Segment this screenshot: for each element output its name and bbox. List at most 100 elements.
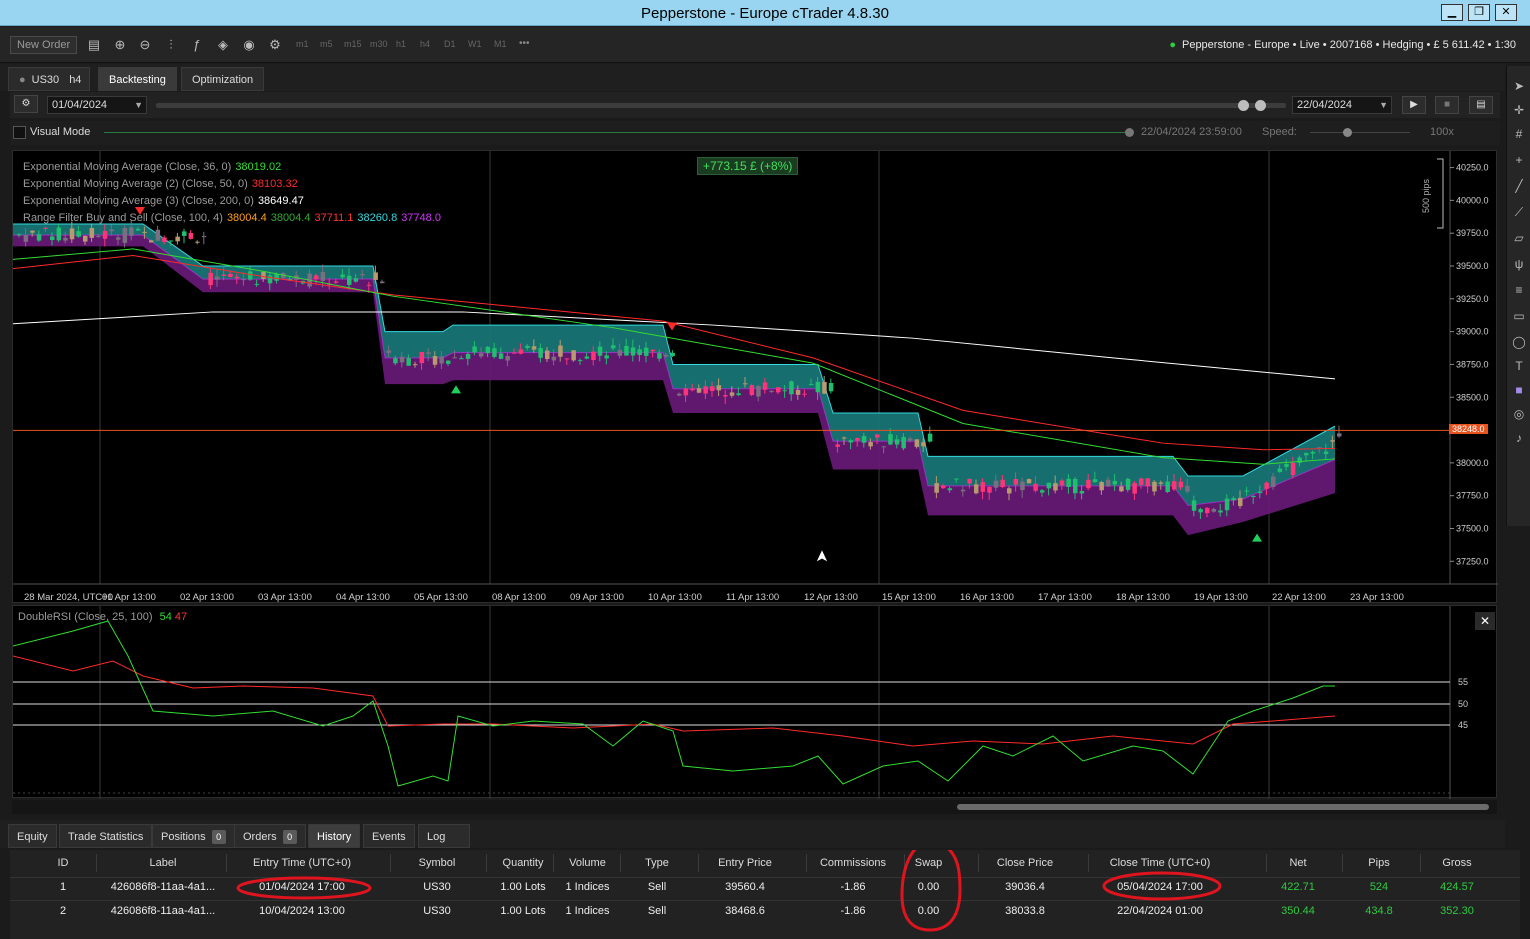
close-panel-icon[interactable]: ✕ (1475, 612, 1495, 630)
candle-body (835, 444, 840, 447)
fibonacci-icon[interactable]: ≡ (1511, 282, 1527, 298)
close-window-button[interactable]: ✕ (1495, 4, 1517, 21)
price-chart[interactable]: 40250.0 40000.0 39750.0 39500.0 39250.0 39000… (12, 150, 1498, 603)
speed-value: 100x (1430, 126, 1454, 138)
rectangle-icon[interactable]: ▭ (1511, 308, 1527, 324)
zoom-in-icon[interactable]: ⊕ (112, 37, 128, 53)
column-header[interactable]: Pips (1344, 857, 1414, 869)
title-bar: Pepperstone - Europe cTrader 4.8.30 ▁ ❐ … (0, 0, 1530, 26)
stop-button[interactable]: ■ (1435, 96, 1459, 114)
pitchfork-icon[interactable]: ψ (1511, 256, 1527, 272)
cursor-icon[interactable]: ➤ (1511, 78, 1527, 94)
tf-m15[interactable]: m15 (344, 39, 362, 49)
rsi-panel[interactable]: DoubleRSI (Close, 25, 100) 54 47 ✕ 55 50… (12, 605, 1498, 799)
tf-h4[interactable]: h4 (420, 39, 430, 49)
rsi-canvas[interactable] (13, 606, 1498, 799)
column-header[interactable]: Close Price (980, 857, 1070, 869)
ellipse-icon[interactable]: ◯ (1511, 334, 1527, 350)
column-header[interactable]: Gross (1422, 857, 1492, 869)
tf-m30[interactable]: m30 (370, 39, 388, 49)
new-order-button[interactable]: New Order (10, 36, 78, 54)
tf-h1[interactable]: h1 (396, 39, 406, 49)
tf-m1[interactable]: m1 (296, 39, 309, 49)
tab-events[interactable]: Events (363, 824, 415, 848)
more-icon[interactable]: ••• (519, 38, 530, 49)
tf-mn1[interactable]: M1 (494, 39, 507, 49)
end-date-picker[interactable]: 22/04/2024 ▼ (1292, 96, 1392, 114)
trendline-icon[interactable]: ╱ (1511, 178, 1527, 194)
range-start-knob[interactable] (1238, 100, 1249, 111)
visual-mode-checkbox[interactable] (13, 126, 26, 139)
restore-button[interactable]: ❐ (1468, 4, 1490, 21)
column-header[interactable]: Entry Time (UTC+0) (228, 857, 376, 869)
table-cell: 22/04/2024 01:00 (1117, 905, 1203, 917)
layout-icon[interactable]: ▤ (86, 37, 102, 53)
grid-icon[interactable]: # (1511, 126, 1527, 142)
ray-icon[interactable]: ⟋ (1511, 204, 1527, 220)
candle-body (485, 346, 491, 354)
tab-log[interactable]: Log (418, 824, 470, 848)
indicators-icon[interactable]: ƒ (189, 37, 205, 53)
column-header[interactable]: Net (1268, 857, 1328, 869)
tab-orders[interactable]: Orders 0 (234, 824, 306, 848)
candle-body (1158, 482, 1164, 484)
save-report-button[interactable]: ▤ (1469, 96, 1493, 114)
column-header[interactable]: Volume (555, 857, 620, 869)
tab-history[interactable]: History (308, 824, 361, 848)
scrollbar-thumb[interactable] (957, 804, 1489, 810)
candle-body (551, 356, 557, 361)
candle-body (1066, 478, 1071, 487)
tf-d1[interactable]: D1 (444, 39, 456, 49)
crosshair-icon[interactable]: ✛ (1511, 102, 1527, 118)
column-header[interactable]: Quantity (488, 857, 558, 869)
column-header[interactable]: ID (28, 857, 98, 869)
color-icon[interactable]: ■ (1511, 382, 1527, 398)
speed-knob[interactable] (1343, 128, 1352, 137)
candle-body (89, 227, 95, 238)
legend-value: 38004.4 (270, 212, 311, 224)
channel-icon[interactable]: ▱ (1511, 230, 1527, 246)
column-header[interactable]: Symbol (392, 857, 482, 869)
table-cell: 1.00 Lots (500, 905, 546, 917)
candle-body (36, 234, 42, 241)
column-header[interactable]: Swap (906, 857, 951, 869)
start-date-picker[interactable]: 01/04/2024 ▼ (47, 96, 147, 114)
candle-body (221, 274, 227, 276)
tab-symbol[interactable]: ● US30 h4 (8, 67, 90, 91)
candle-body (809, 384, 814, 386)
date-range-slider[interactable] (156, 100, 1286, 111)
settings-chart-icon[interactable]: ⚙ (267, 37, 283, 53)
play-button[interactable]: ▶ (1402, 96, 1426, 114)
tab-positions[interactable]: Positions 0 (152, 824, 235, 848)
horizontal-scrollbar[interactable] (12, 800, 1497, 814)
y-tick-label: 37500.0 (1456, 524, 1489, 534)
candle-body (703, 386, 708, 394)
tf-m5[interactable]: m5 (320, 39, 333, 49)
camera-icon[interactable]: ◎ (1511, 406, 1527, 422)
column-header[interactable]: Entry Price (700, 857, 790, 869)
text-icon[interactable]: T (1511, 358, 1527, 374)
table-cell: 01/04/2024 17:00 (259, 881, 345, 893)
minimize-button[interactable]: ▁ (1441, 4, 1463, 21)
tab-optimization[interactable]: Optimization (181, 67, 265, 91)
tab-equity[interactable]: Equity (8, 824, 57, 848)
table-cell: 38033.8 (1005, 905, 1045, 917)
zoom-out-icon[interactable]: ⊖ (137, 37, 153, 53)
candle-body (1000, 479, 1005, 488)
layers-icon[interactable]: ◈ (215, 37, 231, 53)
range-end-knob[interactable] (1255, 100, 1266, 111)
plus-icon[interactable]: + (1511, 152, 1527, 168)
chart-type-icon[interactable]: ⫶ (163, 37, 179, 53)
column-header[interactable]: Close Time (UTC+0) (1090, 857, 1230, 869)
tab-trade-statistics[interactable]: Trade Statistics (59, 824, 153, 848)
column-header[interactable]: Commissions (808, 857, 898, 869)
speed-slider[interactable] (1310, 132, 1410, 133)
bell-icon[interactable]: ♪ (1511, 430, 1527, 446)
candle-body (1112, 480, 1118, 485)
eye-icon[interactable]: ◉ (241, 37, 257, 53)
column-header[interactable]: Label (98, 857, 228, 869)
tf-w1[interactable]: W1 (468, 39, 482, 49)
tab-backtesting[interactable]: Backtesting (98, 67, 177, 91)
settings-gear-icon[interactable]: ⚙ (14, 95, 38, 113)
column-header[interactable]: Type (622, 857, 692, 869)
